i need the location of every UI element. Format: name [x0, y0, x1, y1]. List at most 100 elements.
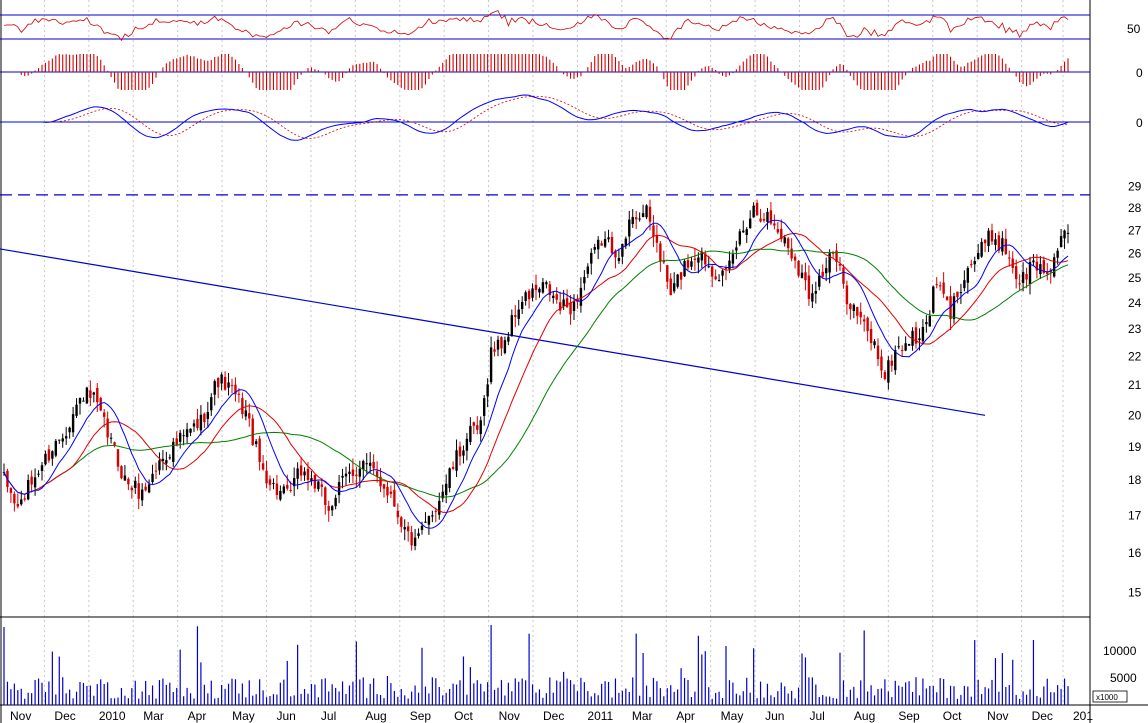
candle-body — [279, 490, 282, 500]
candle-body — [92, 392, 96, 395]
candle-body — [1066, 232, 1070, 234]
candle-body — [932, 286, 935, 313]
candle-body — [600, 243, 603, 246]
candle-body — [254, 441, 258, 445]
candle-body — [303, 471, 306, 476]
price-tick-label: 18 — [1128, 473, 1142, 487]
candle-body — [845, 285, 849, 305]
candle-body — [116, 449, 120, 467]
candle-body — [78, 397, 82, 404]
candle-body — [482, 398, 486, 416]
x-tick-label: Dec — [1032, 709, 1053, 723]
candle-body — [89, 390, 92, 399]
volume-tick-label: 10000 — [1103, 644, 1137, 658]
candle-body — [127, 478, 130, 485]
candle-body — [748, 218, 752, 229]
candle-body — [963, 280, 966, 289]
price-tick-label: 19 — [1128, 440, 1142, 454]
candle-body — [1018, 283, 1021, 285]
candle-body — [106, 418, 109, 438]
stock-chart: 50 0 0 15 16 17 18 19 20 21 22 23 24 25 26 27 28 29 10… — [0, 0, 1148, 723]
x-tick-label: Jun — [765, 709, 784, 723]
histogram-panel: 0 — [0, 54, 1143, 90]
candle-body — [970, 264, 973, 266]
candle-body — [742, 230, 745, 233]
candle-body — [672, 283, 676, 292]
candle-body — [82, 400, 85, 402]
candle-body — [251, 418, 254, 445]
candle-body — [272, 482, 275, 484]
candle-body — [424, 521, 427, 523]
candle-body — [282, 486, 286, 494]
candle-body — [68, 427, 71, 433]
candle-body — [752, 205, 755, 218]
candle-body — [23, 498, 26, 500]
candle-body — [109, 437, 113, 439]
x-tick-label: Aug — [365, 709, 386, 723]
candle-body — [807, 275, 811, 300]
candle-body — [928, 315, 932, 327]
candle-body — [275, 483, 279, 496]
candle-body — [151, 473, 154, 482]
candle-body — [1001, 238, 1004, 252]
oscillator-tick-label: 50 — [1127, 22, 1141, 36]
candle-body — [465, 438, 469, 451]
candle-body — [676, 274, 679, 287]
candle-body — [486, 384, 489, 397]
candle-body — [679, 272, 683, 280]
candle-body — [75, 404, 78, 416]
candle-body — [365, 463, 368, 465]
candle-body — [344, 473, 348, 477]
candle-body — [1032, 260, 1035, 263]
candle-body — [714, 276, 717, 280]
candle-body — [697, 257, 700, 263]
candle-body — [800, 272, 804, 278]
candle-body — [64, 436, 68, 439]
candle-body — [510, 315, 514, 337]
candle-body — [876, 345, 880, 360]
candle-body — [54, 440, 58, 456]
candle-body — [165, 460, 168, 464]
candle-body — [1004, 238, 1008, 255]
candle-body — [44, 453, 47, 465]
candle-body — [140, 489, 144, 501]
candle-body — [959, 291, 963, 294]
x-tick-label: 2010 — [99, 709, 126, 723]
x-tick-label: May — [721, 709, 744, 723]
candle-body — [842, 267, 845, 284]
candle-body — [192, 423, 196, 427]
candle-body — [859, 311, 862, 318]
candle-body — [517, 309, 520, 319]
candle-body — [555, 294, 558, 300]
price-tick-label: 16 — [1128, 546, 1142, 560]
price-tick-label: 28 — [1128, 201, 1142, 215]
candle-body — [216, 377, 220, 388]
candle-body — [324, 487, 327, 505]
candle-body — [866, 317, 869, 332]
candle-body — [520, 302, 524, 310]
candle-body — [102, 412, 106, 417]
candle-body — [330, 506, 334, 511]
price-tick-label: 24 — [1128, 296, 1142, 310]
candle-body — [500, 337, 503, 349]
candle-body — [334, 497, 337, 507]
candle-body — [728, 260, 731, 270]
candle-body — [341, 475, 344, 478]
price-tick-label: 15 — [1128, 586, 1142, 600]
candle-body — [393, 489, 396, 507]
candle-body — [976, 252, 980, 260]
candle-body — [814, 291, 818, 294]
candle-body — [120, 466, 123, 479]
candle-body — [983, 239, 987, 244]
candle-body — [956, 291, 959, 298]
candle-body — [507, 336, 510, 342]
candle-body — [811, 293, 814, 302]
candle-body — [462, 450, 465, 456]
candle-body — [1052, 257, 1056, 277]
candle-body — [869, 328, 873, 344]
x-tick-label: Apr — [676, 709, 695, 723]
candle-body — [621, 243, 624, 257]
candle-body — [154, 470, 158, 472]
candle-body — [918, 338, 921, 341]
x-tick-label: Nov — [987, 709, 1008, 723]
